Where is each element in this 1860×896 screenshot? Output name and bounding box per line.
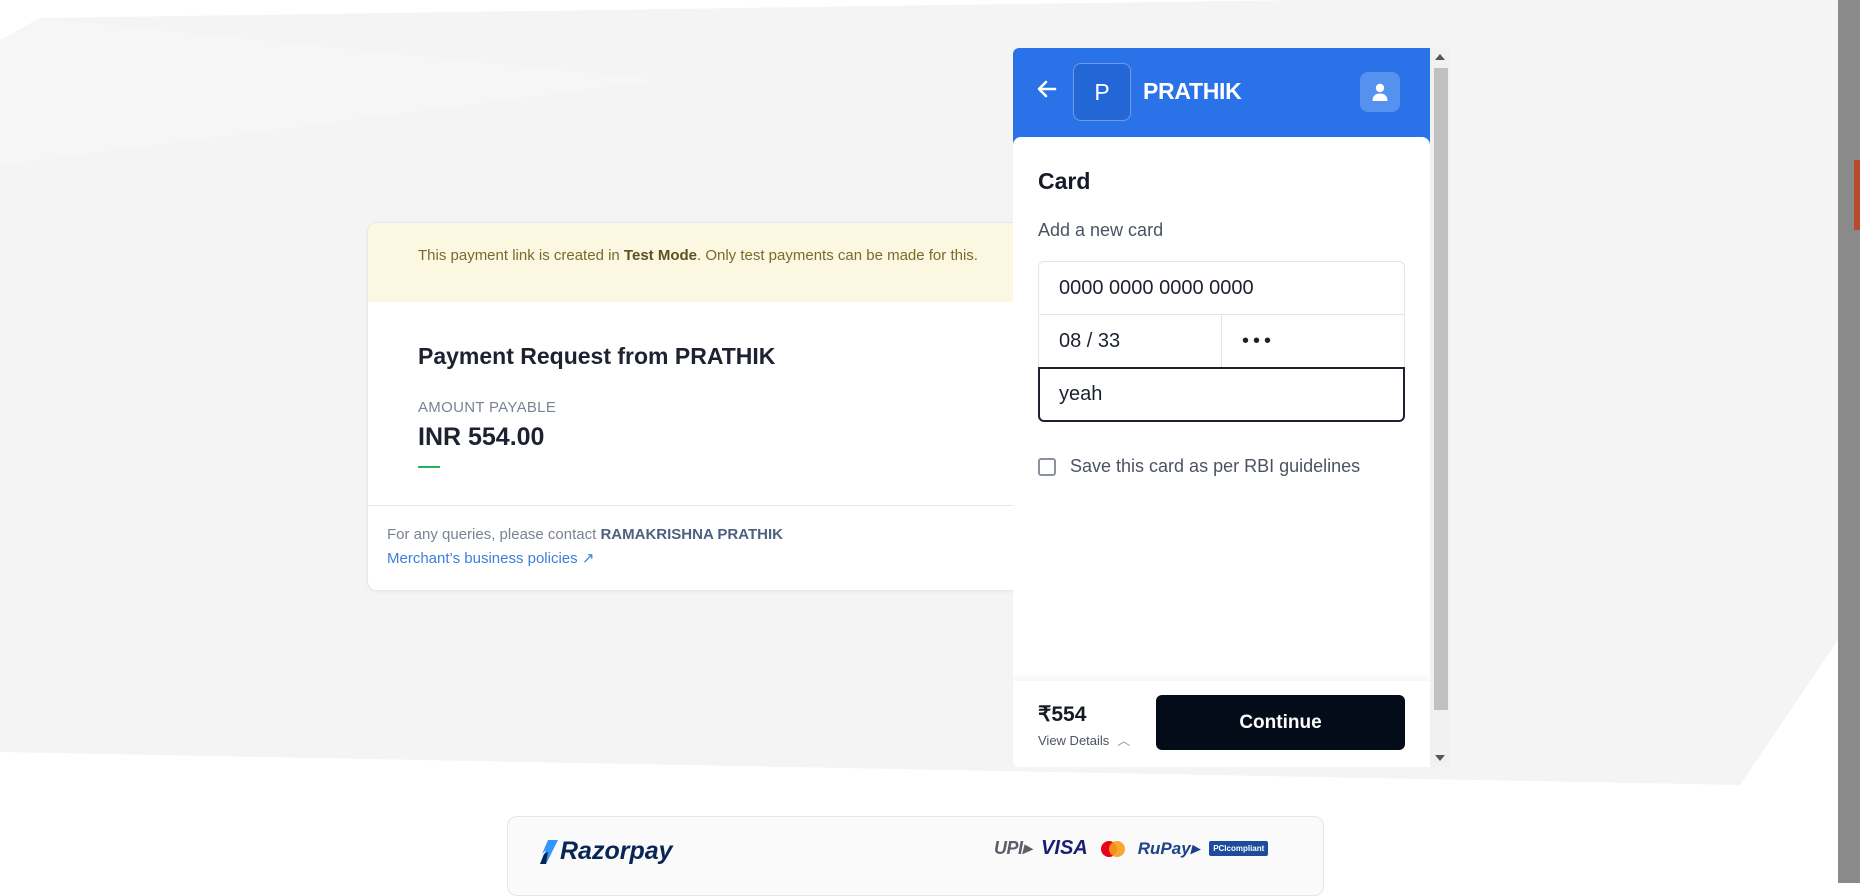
footer-amount: ₹554 xyxy=(1038,703,1087,726)
razorpay-footer: Razorpay UPI▸ VISA RuPay▸ PCIcompliant xyxy=(507,816,1324,896)
cardholder-name-field[interactable]: yeah xyxy=(1038,367,1405,422)
expiry-field[interactable]: 08 / 33 xyxy=(1038,314,1222,368)
contact-name: RAMAKRISHNA PRATHIK xyxy=(600,526,783,543)
checkout-scrollbar-thumb[interactable] xyxy=(1434,68,1448,710)
page-edge-accent xyxy=(1854,160,1860,230)
checkout-header: P PRATHIK xyxy=(1013,48,1430,144)
visa-icon: VISA xyxy=(1041,837,1088,859)
razorpay-brand: Razorpay xyxy=(560,837,673,865)
scroll-down-arrow-icon[interactable] xyxy=(1435,755,1445,761)
payment-request-card: This payment link is created in Test Mod… xyxy=(367,222,1029,591)
merchant-name: PRATHIK xyxy=(1143,78,1242,104)
test-banner-suffix: . Only test payments can be made for thi… xyxy=(696,247,978,264)
card-number-field[interactable]: 0000 0000 0000 0000 xyxy=(1038,261,1405,315)
page-scrollbar[interactable] xyxy=(1838,0,1860,883)
arrow-left-icon xyxy=(1037,80,1057,98)
test-mode-label: Test Mode xyxy=(623,247,697,264)
test-mode-banner: This payment link is created in Test Mod… xyxy=(368,223,1028,302)
checkout-scrollbar[interactable] xyxy=(1430,48,1450,767)
checkout-footer: ₹554 View Details ︿ Continue xyxy=(1013,681,1430,767)
payment-methods: UPI▸ VISA RuPay▸ PCIcompliant xyxy=(994,837,1269,860)
card-section-title: Card xyxy=(1038,168,1091,194)
save-card-checkbox[interactable] xyxy=(1038,457,1056,476)
amount-payable-label: AMOUNT PAYABLE xyxy=(418,399,557,416)
chevron-up-icon: ︿ xyxy=(1117,733,1131,748)
card-divider xyxy=(368,505,1028,506)
continue-button[interactable]: Continue xyxy=(1156,695,1405,750)
queries-text: For any queries, please contact RAMAKRIS… xyxy=(387,526,783,543)
payment-request-title: Payment Request from PRATHIK xyxy=(418,343,776,369)
back-button[interactable] xyxy=(1034,76,1060,102)
amount-underline xyxy=(418,466,440,468)
test-banner-prefix: This payment link is created in xyxy=(418,247,624,264)
business-policies-link[interactable]: Merchant’s business policies ↗ xyxy=(387,549,594,567)
scroll-up-arrow-icon[interactable] xyxy=(1435,54,1445,60)
razorpay-logo-icon xyxy=(540,839,558,864)
rupay-icon: RuPay▸ xyxy=(1137,838,1200,858)
save-card-label: Save this card as per RBI guidelines xyxy=(1070,456,1361,476)
amount-payable-value: INR 554.00 xyxy=(418,423,545,451)
view-details-label: View Details xyxy=(1038,733,1110,748)
checkout-modal: P PRATHIK Card Add a new card 0000 0000 … xyxy=(1013,48,1430,767)
add-card-subtitle: Add a new card xyxy=(1038,220,1164,240)
mastercard-icon xyxy=(1100,840,1125,857)
view-details-link[interactable]: View Details ︿ xyxy=(1038,730,1130,749)
upi-icon: UPI▸ xyxy=(994,838,1032,858)
checkout-body: Card Add a new card 0000 0000 0000 0000 … xyxy=(1013,137,1430,727)
profile-button[interactable] xyxy=(1360,72,1400,112)
user-icon xyxy=(1372,83,1388,101)
merchant-logo: P xyxy=(1073,63,1131,121)
cvv-field[interactable]: ••• xyxy=(1221,314,1405,368)
pci-compliant-icon: PCIcompliant xyxy=(1209,841,1269,856)
save-card-option[interactable]: Save this card as per RBI guidelines xyxy=(1038,456,1360,477)
razorpay-logo: Razorpay xyxy=(538,837,673,866)
page-scrollbar-thumb[interactable] xyxy=(1838,0,1860,883)
queries-prefix: For any queries, please contact xyxy=(387,526,601,543)
